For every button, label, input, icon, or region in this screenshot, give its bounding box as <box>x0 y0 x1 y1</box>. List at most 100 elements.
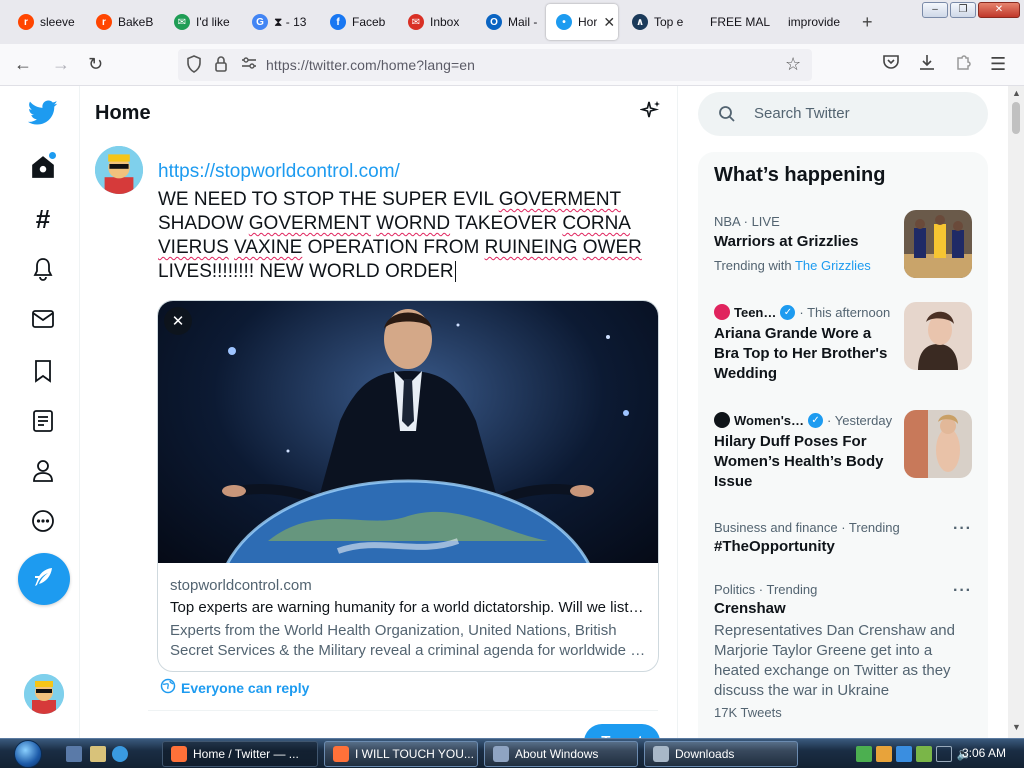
tweet-composer-text[interactable]: https://stopworldcontrol.com/ WE NEED TO… <box>158 160 654 284</box>
verified-badge-icon: ✓ <box>780 304 796 320</box>
notifications-icon[interactable] <box>26 252 60 286</box>
scrollbar-thumb[interactable] <box>1012 102 1020 134</box>
search-input[interactable]: Search Twitter <box>698 92 988 136</box>
tweet-text-segment: TAKEOVER <box>450 213 563 234</box>
taskbar-window-button[interactable]: I WILL TOUCH YOU... <box>324 741 478 767</box>
trend-source: Teen… <box>734 304 777 320</box>
close-tab-icon[interactable]: ✕ <box>603 14 615 31</box>
taskbar-window-button[interactable]: About Windows <box>484 741 638 767</box>
show-desktop-icon[interactable] <box>66 746 82 762</box>
tweet-button[interactable]: Tweet <box>584 724 660 738</box>
tweet-link[interactable]: https://stopworldcontrol.com/ <box>158 160 654 184</box>
start-button[interactable] <box>8 739 48 768</box>
tab-title: sleeve <box>40 15 75 29</box>
maximize-button[interactable]: ❐ <box>950 2 976 18</box>
forward-icon[interactable]: → <box>52 54 70 75</box>
lists-icon[interactable] <box>26 404 60 438</box>
browser-tab[interactable]: • Hor ✕ <box>546 4 618 40</box>
trend-item[interactable]: Women's… ✓ · Yesterday Hilary Duff Poses… <box>714 412 896 492</box>
url-text[interactable]: https://twitter.com/home?lang=en <box>266 57 475 73</box>
facebook-icon: f <box>330 14 346 30</box>
tray-app-icon[interactable] <box>896 746 912 762</box>
card-image <box>158 301 658 671</box>
pocket-icon[interactable] <box>882 53 900 76</box>
page-scrollbar[interactable]: ▲ ▼ <box>1008 86 1024 738</box>
explore-icon[interactable]: # <box>26 202 60 236</box>
browser-tab[interactable]: G ⧗ - 13 <box>242 4 312 40</box>
trend-meta: Business and finance · Trending <box>714 520 900 535</box>
window-app-icon <box>333 746 349 762</box>
minimize-button[interactable]: – <box>922 2 948 18</box>
trend-related-link[interactable]: The Grizzlies <box>795 258 871 273</box>
system-tray: 🔈 <box>856 746 972 762</box>
tray-app-icon[interactable] <box>916 746 932 762</box>
reply-setting-button[interactable]: Everyone can reply <box>160 678 309 697</box>
extensions-icon[interactable] <box>954 53 972 76</box>
twitter-icon: • <box>556 14 572 30</box>
profile-icon[interactable] <box>26 454 60 488</box>
permissions-icon[interactable] <box>240 55 258 75</box>
browser-tab[interactable]: improvide <box>778 4 848 40</box>
app-menu-icon[interactable]: ☰ <box>990 54 1006 75</box>
url-bar[interactable]: https://twitter.com/home?lang=en ☆ <box>178 49 812 81</box>
lock-icon[interactable] <box>214 55 228 77</box>
user-avatar[interactable] <box>95 146 143 194</box>
browser-tab[interactable]: ✉ Inbox <box>398 4 468 40</box>
reddit-icon: r <box>96 14 112 30</box>
home-icon[interactable] <box>26 150 60 184</box>
trend-source: Women's… <box>734 412 805 428</box>
file-explorer-icon[interactable] <box>90 746 106 762</box>
browser-tab[interactable]: f Faceb <box>320 4 390 40</box>
taskbar-window-button[interactable]: Downloads <box>644 741 798 767</box>
feather-icon <box>32 565 56 594</box>
new-tab-button[interactable]: + <box>862 12 873 33</box>
messages-icon[interactable] <box>26 302 60 336</box>
trend-description: Representatives Dan Crenshaw and Marjori… <box>714 622 955 699</box>
system-clock[interactable]: 3:06 AM <box>962 746 1006 760</box>
browser-tab[interactable]: ✉ I'd like <box>164 4 234 40</box>
trend-item[interactable]: NBA · LIVE Warriors at Grizzlies Trendin… <box>714 214 894 273</box>
browser-tab[interactable]: r sleeve <box>8 4 78 40</box>
scroll-up-arrow-icon[interactable]: ▲ <box>1012 88 1021 98</box>
close-window-button[interactable]: ✕ <box>978 2 1020 18</box>
bird-icon: ∧ <box>632 14 648 30</box>
taskbar-button-label: Home / Twitter — ... <box>193 747 299 761</box>
twitter-sidebar: # <box>0 86 80 738</box>
network-icon[interactable] <box>936 746 952 762</box>
tracking-shield-icon[interactable] <box>186 55 202 77</box>
compose-tweet-button[interactable] <box>18 553 70 605</box>
browser-tab[interactable]: O Mail - <box>476 4 538 40</box>
scroll-down-arrow-icon[interactable]: ▼ <box>1012 722 1021 732</box>
chat-icon: ✉ <box>174 14 190 30</box>
taskbar-window-button[interactable]: Home / Twitter — ... <box>162 741 318 767</box>
remove-card-button[interactable]: ✕ <box>164 307 192 335</box>
account-avatar[interactable] <box>24 674 64 714</box>
more-icon[interactable] <box>26 504 60 538</box>
tray-app-icon[interactable] <box>856 746 872 762</box>
windows-logo-icon <box>14 740 42 768</box>
browser-tab[interactable]: r BakeB <box>86 4 156 40</box>
taskbar-button-label: Downloads <box>675 747 735 761</box>
internet-explorer-icon[interactable] <box>112 746 128 762</box>
sparkle-icon[interactable] <box>638 100 662 127</box>
window-app-icon <box>493 746 509 762</box>
browser-tab[interactable]: FREE MAL <box>700 4 770 40</box>
more-options-icon[interactable]: ··· <box>953 520 972 538</box>
back-icon[interactable]: ← <box>14 54 32 75</box>
trend-item[interactable]: Politics · Trending Crenshaw Representat… <box>714 582 976 720</box>
bookmark-star-icon[interactable]: ☆ <box>785 54 801 75</box>
trend-meta: Politics · Trending <box>714 582 818 597</box>
link-preview-card[interactable]: ✕ stopworldcontrol.com Top experts are w… <box>157 300 659 672</box>
bookmarks-icon[interactable] <box>26 354 60 388</box>
trend-item[interactable]: Business and finance · Trending #TheOppo… <box>714 520 976 557</box>
reload-icon[interactable]: ↻ <box>88 54 103 75</box>
taskbar-button-label: About Windows <box>515 747 599 761</box>
trend-item[interactable]: Teen… ✓ · This afternoon Ariana Grande W… <box>714 304 896 384</box>
tray-app-icon[interactable] <box>876 746 892 762</box>
more-options-icon[interactable]: ··· <box>953 582 972 600</box>
twitter-logo-icon[interactable] <box>26 96 60 130</box>
browser-tab[interactable]: ∧ Top e <box>622 4 692 40</box>
source-avatar-icon <box>714 304 730 320</box>
tweet-text-segment: SHADOW <box>158 213 249 234</box>
downloads-icon[interactable] <box>918 53 936 76</box>
